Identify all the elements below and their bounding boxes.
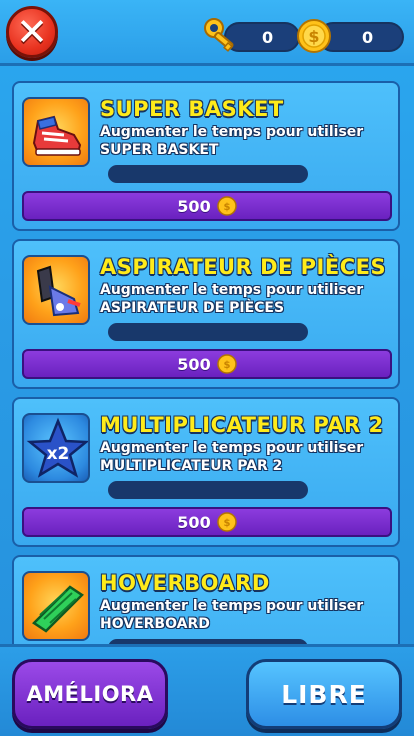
upgrade-progress-bar (108, 323, 308, 341)
price-label: 500 (177, 196, 211, 216)
upgrade-title: SUPER BASKET (100, 97, 284, 121)
keys-count: 0 (262, 28, 274, 47)
buy-button[interactable]: 500 $ (22, 349, 392, 379)
coin-magnet-icon (36, 265, 81, 317)
upgrade-title: ASPIRATEUR DE PIÈCES (100, 255, 387, 279)
upgrade-icon-box (22, 571, 90, 641)
coin-icon: $ (216, 196, 237, 216)
upgrade-card-super-basket: SUPER BASKET Augmenter le temps pour uti… (12, 81, 400, 231)
sneakers-icon (32, 115, 82, 156)
upgrade-progress-bar (108, 481, 308, 499)
upgrade-title: MULTIPLICATEUR PAR 2 (100, 413, 384, 437)
svg-text:$: $ (223, 518, 230, 529)
bottom-bar: AMÉLIORA LIBRE (0, 644, 414, 736)
svg-text:$: $ (223, 360, 230, 371)
libre-button[interactable]: LIBRE (246, 659, 402, 729)
upgrade-card-multiplicateur: x2 MULTIPLICATEUR PAR 2 Augmenter le tem… (12, 397, 400, 547)
ameliora-label: AMÉLIORA (26, 682, 154, 706)
upgrade-list[interactable]: SUPER BASKET Augmenter le temps pour uti… (0, 69, 414, 647)
upgrade-description: Augmenter le temps pour utiliser MULTIPL… (100, 440, 364, 474)
ameliora-button[interactable]: AMÉLIORA (12, 659, 168, 729)
upgrade-description: Augmenter le temps pour utiliser SUPER B… (100, 124, 364, 158)
coin-icon: $ (216, 512, 237, 532)
upgrade-icon-box (22, 255, 90, 325)
svg-text:$: $ (223, 202, 230, 213)
upgrade-card-aspirateur: ASPIRATEUR DE PIÈCES Augmenter le temps … (12, 239, 400, 389)
upgrade-icon-box: x2 (22, 413, 90, 483)
libre-label: LIBRE (281, 679, 367, 709)
hoverboard-icon (32, 585, 84, 633)
coin-icon: $ (297, 19, 331, 53)
buy-button[interactable]: 500 $ (22, 191, 392, 221)
buy-button[interactable]: 500 $ (22, 507, 392, 537)
upgrade-card-hoverboard: HOVERBOARD Augmenter le temps pour utili… (12, 555, 400, 647)
coins-count: 0 (362, 28, 374, 47)
svg-text:$: $ (308, 27, 319, 46)
price-label: 500 (177, 354, 211, 374)
price-label: 500 (177, 512, 211, 532)
upgrade-description: Augmenter le temps pour utiliser ASPIRAT… (100, 282, 364, 316)
x2-label: x2 (47, 444, 70, 464)
top-bar: ✕ 0 0 $ (0, 0, 414, 66)
upgrade-progress-bar (108, 165, 308, 183)
upgrade-title: HOVERBOARD (100, 571, 270, 595)
close-button[interactable]: ✕ (6, 6, 58, 58)
close-icon: ✕ (16, 10, 48, 54)
upgrade-description: Augmenter le temps pour utiliser HOVERBO… (100, 598, 364, 632)
coin-icon: $ (216, 354, 237, 374)
key-icon (204, 18, 234, 52)
upgrade-icon-box (22, 97, 90, 167)
x2-star-icon: x2 (26, 417, 88, 478)
